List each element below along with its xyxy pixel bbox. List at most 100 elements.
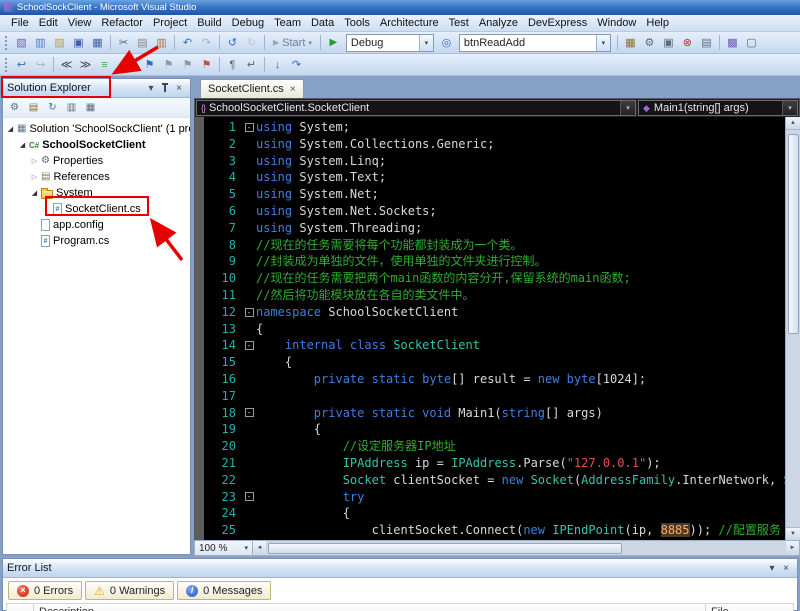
add-item-icon[interactable]: ▥ [31, 34, 50, 52]
title-bar[interactable]: SchoolSockClient - Microsoft Visual Stud… [0, 0, 800, 15]
step-over-icon[interactable]: ↷ [287, 56, 306, 74]
menu-item-window[interactable]: Window [592, 16, 641, 30]
save-all-icon[interactable]: ▦ [88, 34, 107, 52]
start-debugging-icon[interactable]: ▶ [324, 34, 343, 52]
types-dropdown[interactable]: {} SchoolSocketClient.SocketClient ▾ [196, 100, 636, 116]
menu-item-file[interactable]: File [6, 16, 34, 30]
tree-item-program-cs[interactable]: #Program.cs [3, 233, 190, 249]
show-all-files-icon[interactable]: ▤ [25, 100, 42, 116]
navigate-forward-icon[interactable]: ↻ [242, 34, 261, 52]
save-icon[interactable]: ▣ [69, 34, 88, 52]
collapse-icon[interactable]: ◢ [29, 189, 40, 197]
menu-item-test[interactable]: Test [444, 16, 474, 30]
solution-explorer-icon[interactable]: ▦ [621, 34, 640, 52]
close-icon[interactable]: × [779, 561, 793, 575]
close-icon[interactable]: × [172, 81, 186, 95]
expand-icon[interactable]: ▷ [29, 173, 40, 181]
scroll-right-icon[interactable]: ► [786, 541, 799, 555]
cut-icon[interactable]: ✂ [114, 34, 133, 52]
warnings-filter-button[interactable]: ⚠ 0 Warnings [85, 581, 174, 600]
menu-item-devexpress[interactable]: DevExpress [523, 16, 592, 30]
vertical-scroll-thumb[interactable] [788, 134, 799, 334]
indent-increase-icon[interactable]: ≫ [76, 56, 95, 74]
zoom-dropdown[interactable]: 100 % ▾ [195, 541, 253, 555]
error-list-header[interactable]: Error List ▾ × [3, 559, 797, 578]
scroll-left-icon[interactable]: ◄ [253, 541, 266, 555]
paste-icon[interactable]: ▥ [152, 34, 171, 52]
tree-item-system[interactable]: ◢System [3, 185, 190, 201]
start-button[interactable]: ▶ Start ▾ [268, 37, 317, 49]
window-position-icon[interactable]: ▾ [765, 561, 779, 575]
column-header-file[interactable]: File [706, 603, 794, 611]
menu-item-analyze[interactable]: Analyze [474, 16, 523, 30]
navigate-backward-icon[interactable]: ↺ [223, 34, 242, 52]
tree-item-schoolsocketclient[interactable]: ◢C#SchoolSocketClient [3, 137, 190, 153]
tree-item-solution-schoolsockclient-1-proje[interactable]: ◢▦Solution 'SchoolSockClient' (1 proje [3, 121, 190, 137]
view-designer-icon[interactable]: ▦ [82, 100, 99, 116]
new-project-icon[interactable]: ▧ [12, 34, 31, 52]
step-into-icon[interactable]: ↓ [268, 56, 287, 74]
messages-filter-button[interactable]: i 0 Messages [177, 581, 271, 600]
collapse-icon[interactable]: ◢ [5, 125, 16, 133]
word-wrap-icon[interactable]: ↵ [242, 56, 261, 74]
tab-close-icon[interactable]: × [290, 84, 296, 95]
window-position-icon[interactable]: ▾ [144, 81, 158, 95]
collapse-region-icon[interactable]: - [245, 408, 254, 417]
collapse-icon[interactable]: ◢ [17, 141, 28, 149]
column-header-description[interactable]: Description [34, 603, 706, 611]
indent-decrease-icon[interactable]: ≪ [57, 56, 76, 74]
toggle-bookmark-icon[interactable]: ⚑ [140, 56, 159, 74]
comment-selection-icon[interactable]: ≡ [95, 56, 114, 74]
expand-icon[interactable]: ▷ [29, 157, 40, 165]
menu-item-refactor[interactable]: Refactor [96, 16, 148, 30]
toolbar-grip[interactable] [5, 36, 7, 50]
indicator-margin[interactable] [195, 117, 204, 540]
code-editor[interactable]: 1-using System;2using System.Collections… [194, 117, 800, 540]
error-list-icon[interactable]: ⊗ [678, 34, 697, 52]
menu-item-tools[interactable]: Tools [339, 16, 375, 30]
clear-bookmarks-icon[interactable]: ⚑ [197, 56, 216, 74]
tree-item-app-config[interactable]: app.config [3, 217, 190, 233]
nav-backward-icon[interactable]: ↩ [12, 56, 31, 74]
editor-vertical-scrollbar[interactable]: ▲ ▼ [785, 117, 800, 540]
column-header-icon[interactable] [6, 603, 34, 611]
refresh-icon[interactable]: ↻ [44, 100, 61, 116]
toolbar-grip[interactable] [5, 58, 7, 72]
properties-icon[interactable]: ⚙ [6, 100, 23, 116]
members-dropdown[interactable]: ◆ Main1(string[] args) ▾ [638, 100, 798, 116]
tree-item-references[interactable]: ▷▤References [3, 169, 190, 185]
display-whitespace-icon[interactable]: ¶ [223, 56, 242, 74]
properties-window-icon[interactable]: ⚙ [640, 34, 659, 52]
solution-configuration-dropdown[interactable]: Debug ▾ [346, 34, 434, 52]
errors-filter-button[interactable]: × 0 Errors [8, 581, 82, 600]
menu-item-project[interactable]: Project [148, 16, 192, 30]
extension-manager-icon[interactable]: ▩ [723, 34, 742, 52]
new-window-icon[interactable]: ▢ [742, 34, 761, 52]
nav-forward-icon[interactable]: ↪ [31, 56, 50, 74]
copy-icon[interactable]: ▤ [133, 34, 152, 52]
editor-horizontal-scrollbar[interactable] [266, 541, 786, 555]
collapse-region-icon[interactable]: - [245, 308, 254, 317]
object-browser-icon[interactable]: ▣ [659, 34, 678, 52]
find-symbol-icon[interactable]: ◎ [437, 34, 456, 52]
menu-item-view[interactable]: View [63, 16, 97, 30]
solution-explorer-header[interactable]: Solution Explorer ▾ × [3, 79, 190, 98]
collapse-region-icon[interactable]: - [245, 123, 254, 132]
tab-socketclient-cs[interactable]: SocketClient.cs × [200, 79, 304, 98]
open-file-icon[interactable]: ▨ [50, 34, 69, 52]
menu-item-architecture[interactable]: Architecture [375, 16, 444, 30]
previous-bookmark-icon[interactable]: ⚑ [159, 56, 178, 74]
horizontal-scroll-thumb[interactable] [268, 543, 622, 554]
menu-item-data[interactable]: Data [306, 16, 339, 30]
next-bookmark-icon[interactable]: ⚑ [178, 56, 197, 74]
tree-item-socketclient-cs[interactable]: #SocketClient.cs [3, 201, 190, 217]
scroll-up-icon[interactable]: ▲ [786, 117, 800, 130]
redo-icon[interactable]: ↷ [197, 34, 216, 52]
output-window-icon[interactable]: ▤ [697, 34, 716, 52]
uncomment-selection-icon[interactable]: ≡ [114, 56, 133, 74]
menu-item-debug[interactable]: Debug [227, 16, 269, 30]
collapse-region-icon[interactable]: - [245, 492, 254, 501]
pin-icon[interactable] [158, 81, 172, 95]
collapse-region-icon[interactable]: - [245, 341, 254, 350]
view-code-icon[interactable]: ▥ [63, 100, 80, 116]
